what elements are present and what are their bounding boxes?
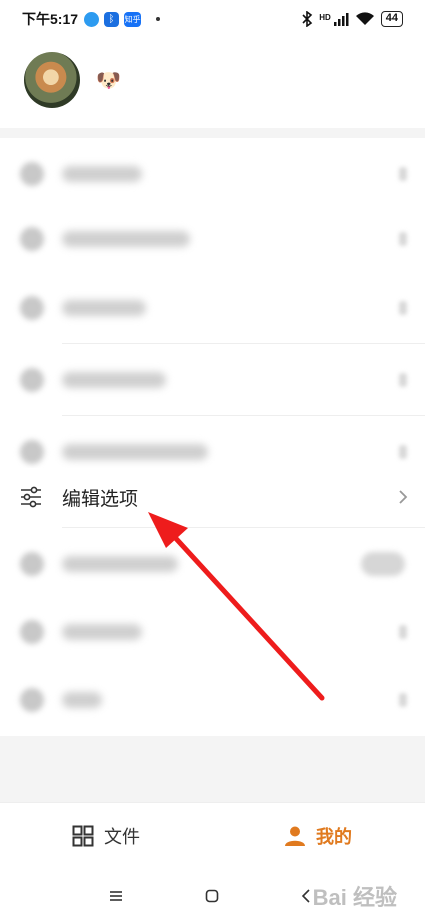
blurred-label: [62, 231, 190, 247]
settings-group-2: [0, 203, 425, 275]
bottom-tab-bar: 文件 我的: [0, 802, 425, 870]
sliders-icon: [21, 486, 41, 508]
settings-group-5: [0, 596, 425, 668]
blurred-icon: [20, 688, 44, 712]
home-nav-button[interactable]: [200, 884, 224, 908]
settings-group-3: [0, 272, 425, 488]
settings-row-blurred[interactable]: [0, 596, 425, 668]
notification-dot-icon: [156, 17, 161, 21]
edit-options-label: 编辑选项: [62, 489, 139, 510]
profile-header: 🐶: [0, 38, 425, 128]
blurred-label: [62, 624, 142, 640]
home-square-icon: [205, 889, 219, 903]
chevron-right-icon: [399, 301, 407, 315]
user-avatar[interactable]: [24, 52, 80, 108]
tab-files-label: 文件: [104, 827, 140, 847]
signal-icon: [333, 13, 349, 26]
chevron-right-icon: [399, 490, 408, 504]
blurred-icon: [20, 440, 44, 464]
edit-options-row[interactable]: 编辑选项: [0, 468, 425, 528]
hd-label: HD: [319, 13, 331, 22]
settings-row-blurred[interactable]: [0, 272, 425, 344]
bluetooth-app-icon: ᛒ: [104, 11, 120, 27]
tab-files[interactable]: 文件: [72, 823, 140, 849]
blurred-label: [62, 556, 178, 572]
settings-group-1: [0, 138, 425, 210]
system-nav-bar: Bai 经验: [0, 870, 425, 920]
chevron-right-icon: [399, 232, 407, 246]
chevron-right-icon: [399, 445, 407, 459]
chevron-right-icon: [399, 625, 407, 639]
blurred-label: [62, 300, 146, 316]
baidu-watermark: Bai 经验: [312, 885, 397, 910]
menu-icon: [110, 891, 122, 901]
toggle-switch[interactable]: [361, 552, 405, 576]
settings-group-4: 编辑选项: [0, 468, 425, 600]
back-chevron-icon: [301, 889, 310, 903]
battery-indicator: 44: [380, 11, 403, 27]
chevron-right-icon: [399, 167, 407, 181]
bluetooth-icon: [302, 11, 313, 27]
blurred-icon: [20, 227, 44, 251]
status-time: 下午5:17: [22, 11, 79, 27]
settings-row-blurred[interactable]: [0, 138, 425, 210]
blurred-label: [62, 372, 166, 388]
blurred-label: [62, 692, 102, 708]
tab-mine-label: 我的: [316, 827, 352, 847]
wifi-icon: [355, 12, 374, 25]
blurred-icon: [20, 620, 44, 644]
blurred-label: [62, 444, 208, 460]
blurred-icon: [20, 162, 44, 186]
settings-row-blurred[interactable]: [0, 203, 425, 275]
settings-row-blurred[interactable]: [0, 344, 425, 416]
blurred-icon: [20, 368, 44, 392]
user-nickname[interactable]: 🐶: [96, 68, 121, 93]
tab-mine[interactable]: 我的: [284, 823, 352, 849]
blurred-icon: [20, 552, 44, 576]
settings-row-blurred[interactable]: [0, 664, 425, 736]
settings-group-6: [0, 664, 425, 736]
grid-icon: [72, 825, 94, 847]
status-icons: HD 44: [301, 11, 403, 27]
person-icon: [285, 826, 305, 846]
message-app-icon: [84, 11, 100, 27]
zhihu-app-icon: 知乎: [124, 11, 142, 27]
settings-row-blurred-toggle[interactable]: [0, 528, 425, 600]
chevron-right-icon: [399, 373, 407, 387]
menu-nav-button[interactable]: [104, 884, 128, 908]
blurred-label: [62, 166, 142, 182]
chevron-right-icon: [399, 693, 407, 707]
blurred-icon: [20, 296, 44, 320]
status-bar: 下午5:17 ᛒ 知乎 HD 44: [0, 0, 425, 38]
